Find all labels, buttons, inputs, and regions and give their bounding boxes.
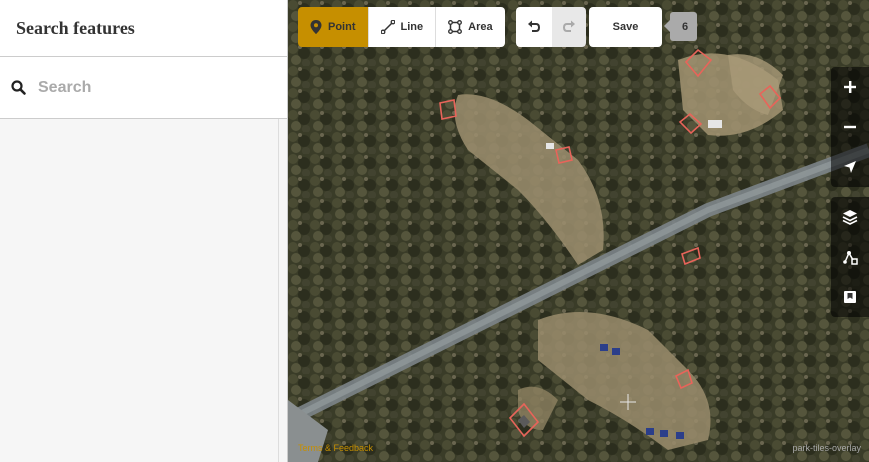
map-data-icon bbox=[843, 251, 858, 265]
zoom-in-icon bbox=[844, 81, 856, 93]
save-button[interactable]: Save bbox=[589, 7, 662, 47]
search-icon bbox=[10, 79, 28, 97]
area-icon bbox=[448, 20, 463, 34]
sidebar-header: Search features bbox=[0, 0, 287, 57]
map-data-button[interactable] bbox=[831, 237, 869, 277]
map-controls bbox=[831, 67, 869, 327]
zoom-in-button[interactable] bbox=[831, 67, 869, 107]
undo-button[interactable] bbox=[516, 7, 552, 47]
map-pane-controls bbox=[831, 197, 869, 317]
aerial-imagery bbox=[288, 0, 869, 462]
zoom-controls bbox=[831, 67, 869, 187]
save-count-badge: 6 bbox=[664, 12, 697, 41]
geolocate-button[interactable] bbox=[831, 147, 869, 187]
add-area-button[interactable]: Area bbox=[436, 7, 505, 47]
mode-buttons: Point Line Area bbox=[298, 7, 505, 47]
add-line-label: Line bbox=[400, 21, 424, 33]
line-icon bbox=[380, 20, 395, 34]
overlay-attribution: park-tiles-overlay bbox=[792, 443, 861, 453]
undo-redo-group bbox=[516, 7, 586, 47]
map-canvas[interactable] bbox=[288, 0, 869, 462]
layers-icon bbox=[842, 210, 858, 225]
search-bar bbox=[0, 57, 287, 119]
background-layers-button[interactable] bbox=[831, 197, 869, 237]
sidebar-results bbox=[0, 119, 288, 462]
redo-button[interactable] bbox=[552, 7, 586, 47]
app: Search features Search Point Line Area S… bbox=[0, 0, 869, 462]
search-input[interactable] bbox=[38, 78, 268, 97]
undo-icon bbox=[528, 20, 541, 32]
help-icon bbox=[844, 291, 856, 303]
add-line-button[interactable]: Line bbox=[368, 7, 437, 47]
sidebar-scrollbar[interactable] bbox=[278, 119, 279, 462]
sidebar: Search features bbox=[0, 0, 288, 462]
geolocate-icon bbox=[844, 161, 856, 173]
add-point-button[interactable]: Point bbox=[298, 7, 369, 47]
terms-feedback-link[interactable]: Terms & Feedback bbox=[298, 443, 373, 453]
help-button[interactable] bbox=[831, 277, 869, 317]
top-toolbar: Point Line Area Save 6 bbox=[298, 7, 697, 47]
zoom-out-icon bbox=[844, 125, 856, 129]
add-area-label: Area bbox=[468, 21, 493, 33]
redo-icon bbox=[562, 20, 575, 32]
sidebar-title: Search features bbox=[16, 17, 135, 38]
zoom-out-button[interactable] bbox=[831, 107, 869, 147]
map-marker-icon bbox=[310, 20, 322, 34]
add-point-label: Point bbox=[328, 21, 356, 33]
